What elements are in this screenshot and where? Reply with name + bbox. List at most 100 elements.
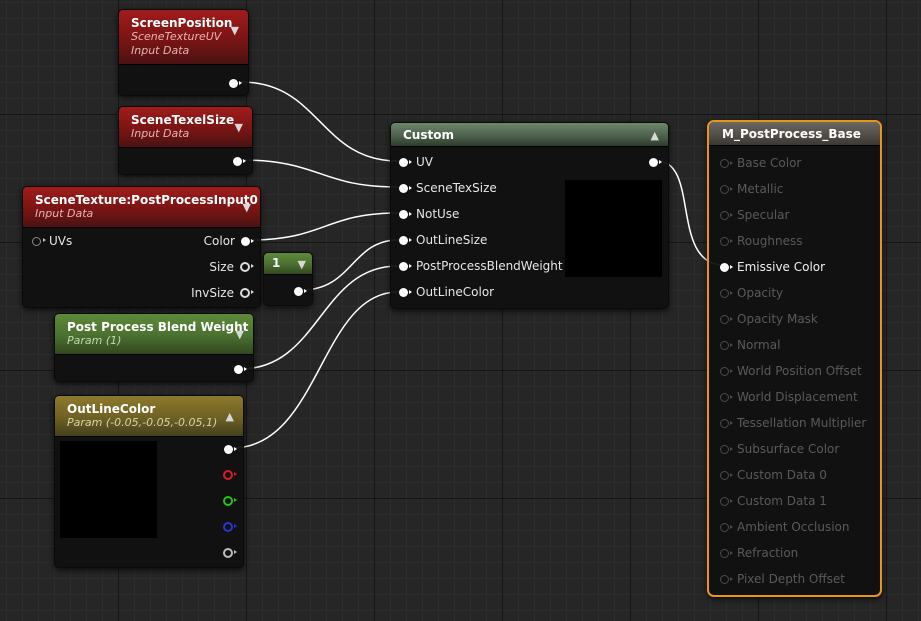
material-result-node[interactable]: M_PostProcess_Base Base Color Metallic Spe… — [707, 120, 882, 597]
output-pin[interactable] — [294, 286, 307, 296]
input-pin-row[interactable]: SceneTexSize — [399, 179, 497, 197]
pin-label: World Position Offset — [737, 364, 862, 378]
blend-weight-node[interactable]: Post Process Blend Weight Param (1) ▼ — [54, 313, 254, 382]
material-pin-base-color[interactable]: Base Color — [720, 154, 801, 172]
material-pin-tessellation-multiplier[interactable]: Tessellation Multiplier — [720, 414, 866, 432]
input-pin-row[interactable]: OutLineColor — [399, 283, 494, 301]
input-pin[interactable] — [720, 236, 733, 246]
material-pin-world-displacement[interactable]: World Displacement — [720, 388, 858, 406]
chevron-down-icon[interactable]: ▼ — [243, 201, 251, 214]
node-header[interactable]: SceneTexture:PostProcessInput0 Input Dat… — [23, 187, 260, 228]
input-pin[interactable] — [720, 340, 733, 350]
material-pin-normal[interactable]: Normal — [720, 336, 780, 354]
material-pin-subsurface-color[interactable]: Subsurface Color — [720, 440, 839, 458]
output-pin-row[interactable] — [649, 153, 662, 171]
output-pin-invsize[interactable] — [240, 288, 254, 298]
output-pin-row[interactable] — [233, 152, 246, 170]
chevron-down-icon[interactable]: ▼ — [298, 258, 306, 271]
output-pin-row[interactable] — [224, 440, 237, 458]
input-pin[interactable] — [720, 522, 733, 532]
output-pin[interactable] — [229, 78, 242, 88]
input-pin[interactable] — [720, 548, 733, 558]
output-pin[interactable] — [233, 156, 246, 166]
input-pin-uvs[interactable] — [32, 236, 46, 246]
chevron-up-icon[interactable]: ▲ — [651, 129, 659, 142]
node-header[interactable]: SceneTexelSize Input Data ▼ — [119, 107, 252, 148]
input-pin[interactable] — [720, 210, 733, 220]
output-pin-rgba[interactable] — [224, 444, 237, 454]
material-pin-metallic[interactable]: Metallic — [720, 180, 783, 198]
input-pin[interactable] — [720, 158, 733, 168]
constant-node[interactable]: 1 ▼ — [263, 252, 313, 306]
input-pin-outlinesize[interactable] — [399, 235, 412, 245]
output-pin-a[interactable] — [223, 548, 237, 558]
chevron-down-icon[interactable]: ▼ — [236, 328, 244, 341]
node-header[interactable]: ScreenPosition SceneTextureUV Input Data… — [119, 10, 248, 65]
material-pin-opacity[interactable]: Opacity — [720, 284, 783, 302]
chevron-down-icon[interactable]: ▼ — [231, 24, 239, 37]
output-pin-row[interactable] — [223, 518, 237, 536]
custom-node[interactable]: Custom ▲ UV SceneTexSize NotUse OutLineS… — [390, 122, 669, 309]
node-header[interactable]: M_PostProcess_Base — [709, 122, 880, 146]
output-pin-row[interactable] — [223, 544, 237, 562]
input-pin-row[interactable]: PostProcessBlendWeight — [399, 257, 563, 275]
material-pin-world-position-offset[interactable]: World Position Offset — [720, 362, 862, 380]
input-pin-scenetexsize[interactable] — [399, 183, 412, 193]
material-pin-custom-data-1[interactable]: Custom Data 1 — [720, 492, 827, 510]
output-pin[interactable] — [234, 364, 247, 374]
output-pin-row[interactable] — [223, 466, 237, 484]
output-pin-row[interactable]: Size — [209, 258, 254, 276]
node-header[interactable]: OutLineColor Param (-0.05,-0.05,-0.05,1)… — [55, 396, 243, 437]
node-header[interactable]: Post Process Blend Weight Param (1) ▼ — [55, 314, 253, 355]
input-pin[interactable] — [720, 262, 733, 272]
output-pin-r[interactable] — [223, 470, 237, 480]
input-pin[interactable] — [720, 470, 733, 480]
input-pin[interactable] — [720, 288, 733, 298]
node-header[interactable]: 1 ▼ — [264, 253, 312, 275]
output-pin-g[interactable] — [223, 496, 237, 506]
screen-position-node[interactable]: ScreenPosition SceneTextureUV Input Data… — [118, 9, 249, 96]
output-pin-row[interactable]: Color — [204, 232, 254, 250]
output-pin-row[interactable] — [229, 74, 242, 92]
input-pin[interactable] — [720, 392, 733, 402]
material-pin-custom-data-0[interactable]: Custom Data 0 — [720, 466, 827, 484]
input-pin[interactable] — [720, 496, 733, 506]
input-pin-uv[interactable] — [399, 157, 412, 167]
input-pin-row[interactable]: UV — [399, 153, 433, 171]
input-pin-ppblendweight[interactable] — [399, 261, 412, 271]
output-pin[interactable] — [649, 157, 662, 167]
input-pin-notuse[interactable] — [399, 209, 412, 219]
material-pin-opacity-mask[interactable]: Opacity Mask — [720, 310, 818, 328]
chevron-up-icon[interactable]: ▲ — [226, 410, 234, 423]
node-header[interactable]: Custom ▲ — [391, 123, 668, 147]
material-pin-emissive-color[interactable]: Emissive Color — [720, 258, 825, 276]
output-pin-row[interactable] — [234, 360, 247, 378]
input-pin[interactable] — [720, 418, 733, 428]
wire-screenposition-to-uv — [240, 81, 399, 162]
input-pin-outlinecolor[interactable] — [399, 287, 412, 297]
input-pin[interactable] — [720, 184, 733, 194]
output-pin-b[interactable] — [223, 522, 237, 532]
output-pin-color[interactable] — [241, 236, 254, 246]
output-pin-size[interactable] — [240, 262, 254, 272]
material-pin-specular[interactable]: Specular — [720, 206, 789, 224]
output-pin-row[interactable]: InvSize — [191, 284, 254, 302]
material-pin-ambient-occlusion[interactable]: Ambient Occlusion — [720, 518, 849, 536]
input-pin[interactable] — [720, 444, 733, 454]
material-pin-pixel-depth-offset[interactable]: Pixel Depth Offset — [720, 570, 845, 588]
outline-color-node[interactable]: OutLineColor Param (-0.05,-0.05,-0.05,1)… — [54, 395, 244, 568]
input-pin-row[interactable]: NotUse — [399, 205, 459, 223]
input-pin[interactable] — [720, 574, 733, 584]
chevron-down-icon[interactable]: ▼ — [235, 121, 243, 134]
input-pin-row[interactable]: OutLineSize — [399, 231, 487, 249]
material-pin-roughness[interactable]: Roughness — [720, 232, 802, 250]
input-pin[interactable] — [720, 314, 733, 324]
material-pin-refraction[interactable]: Refraction — [720, 544, 798, 562]
input-pin[interactable] — [720, 366, 733, 376]
pin-label: Emissive Color — [737, 260, 826, 274]
output-pin-row[interactable] — [294, 282, 307, 300]
output-pin-row[interactable] — [223, 492, 237, 510]
scene-texture-node[interactable]: SceneTexture:PostProcessInput0 Input Dat… — [22, 186, 261, 308]
input-pin-row[interactable]: UVs — [32, 232, 72, 250]
scene-texel-size-node[interactable]: SceneTexelSize Input Data ▼ — [118, 106, 253, 175]
